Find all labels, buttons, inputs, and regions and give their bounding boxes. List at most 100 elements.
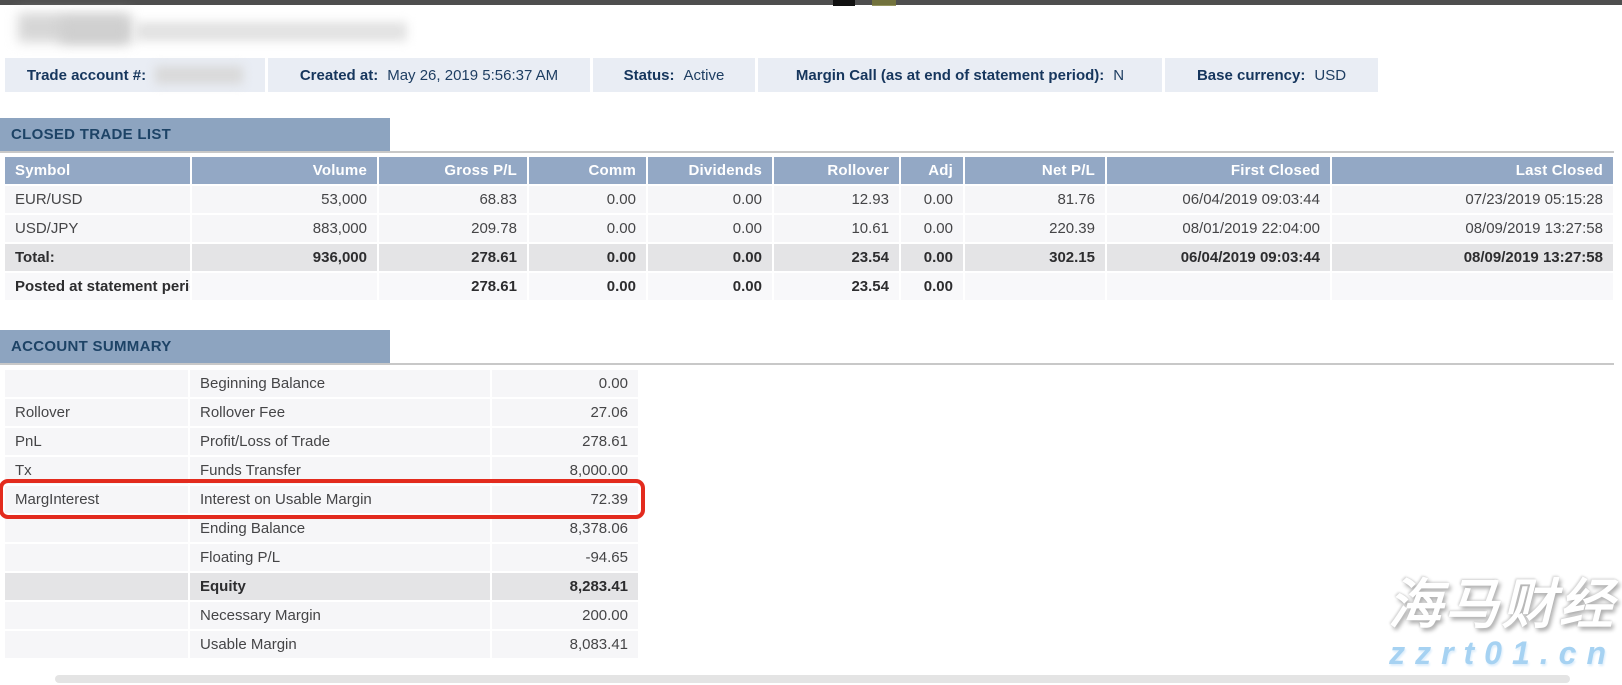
total-first-closed: 06/04/2019 09:03:44 xyxy=(1107,244,1330,271)
cell-symbol: EUR/USD xyxy=(5,186,190,213)
column-header-dividends: Dividends xyxy=(648,157,772,184)
summary-row-equity: Equity 8,283.41 xyxy=(5,573,638,600)
summary-label: Profit/Loss of Trade xyxy=(190,428,490,455)
column-header-comm: Comm xyxy=(529,157,646,184)
cell-net-pl: 81.76 xyxy=(965,186,1105,213)
column-header-gross-pl: Gross P/L xyxy=(379,157,527,184)
posted-adj: 0.00 xyxy=(901,273,963,300)
summary-row-profit-loss: PnL Profit/Loss of Trade 278.61 xyxy=(5,428,638,455)
cell-comm: 0.00 xyxy=(529,215,646,242)
summary-value: 8,083.41 xyxy=(492,631,638,658)
total-rollover: 23.54 xyxy=(774,244,899,271)
summary-code: PnL xyxy=(5,428,188,455)
column-header-last-closed: Last Closed xyxy=(1332,157,1613,184)
cell-volume: 53,000 xyxy=(192,186,377,213)
account-summary-title: ACCOUNT SUMMARY xyxy=(11,338,172,355)
summary-value: 27.06 xyxy=(492,399,638,426)
summary-value: 8,378.06 xyxy=(492,515,638,542)
trade-row-eurusd: EUR/USD 53,000 68.83 0.00 0.00 12.93 0.0… xyxy=(5,186,1613,213)
top-edge-bar xyxy=(0,0,1622,5)
trade-posted-row: Posted at statement period of time: 278.… xyxy=(5,273,1613,300)
status-value: Active xyxy=(683,67,724,84)
summary-code xyxy=(5,573,188,600)
info-margin-call: Margin Call (as at end of statement peri… xyxy=(758,58,1162,92)
cell-net-pl: 220.39 xyxy=(965,215,1105,242)
column-header-rollover: Rollover xyxy=(774,157,899,184)
watermark: 海马财经 zzrt01.cn xyxy=(1388,577,1616,671)
summary-label: Ending Balance xyxy=(190,515,490,542)
account-info-bar: Trade account #: Created at: May 26, 201… xyxy=(5,58,1379,92)
summary-label: Necessary Margin xyxy=(190,602,490,629)
cell-first-closed: 08/01/2019 22:04:00 xyxy=(1107,215,1330,242)
horizontal-scrollbar-thumb[interactable] xyxy=(55,675,1570,683)
summary-value: -94.65 xyxy=(492,544,638,571)
total-comm: 0.00 xyxy=(529,244,646,271)
base-currency-label: Base currency: xyxy=(1197,67,1305,84)
summary-label: Interest on Usable Margin xyxy=(190,486,490,513)
column-header-symbol: Symbol xyxy=(5,157,190,184)
summary-code: Tx xyxy=(5,457,188,484)
created-at-value: May 26, 2019 5:56:37 AM xyxy=(387,67,558,84)
summary-label: Rollover Fee xyxy=(190,399,490,426)
summary-row-beginning-balance: Beginning Balance 0.00 xyxy=(5,370,638,397)
summary-code xyxy=(5,602,188,629)
trade-account-label: Trade account #: xyxy=(27,67,146,84)
trade-total-row: Total: 936,000 278.61 0.00 0.00 23.54 0.… xyxy=(5,244,1613,271)
posted-net-pl xyxy=(965,273,1105,300)
summary-row-funds-transfer: Tx Funds Transfer 8,000.00 xyxy=(5,457,638,484)
summary-code xyxy=(5,544,188,571)
cell-last-closed: 07/23/2019 05:15:28 xyxy=(1332,186,1613,213)
posted-comm: 0.00 xyxy=(529,273,646,300)
column-header-first-closed: First Closed xyxy=(1107,157,1330,184)
column-header-adj: Adj xyxy=(901,157,963,184)
summary-row-usable-margin: Usable Margin 8,083.41 xyxy=(5,631,638,658)
closed-trade-list-title: CLOSED TRADE LIST xyxy=(11,126,171,143)
summary-code xyxy=(5,370,188,397)
summary-row-rollover-fee: Rollover Rollover Fee 27.06 xyxy=(5,399,638,426)
summary-value: 8,283.41 xyxy=(492,573,638,600)
margin-call-value: N xyxy=(1113,67,1124,84)
summary-code: Rollover xyxy=(5,399,188,426)
posted-first-closed xyxy=(1107,273,1330,300)
cell-comm: 0.00 xyxy=(529,186,646,213)
cell-dividends: 0.00 xyxy=(648,186,772,213)
summary-code: MargInterest xyxy=(5,486,188,513)
margin-call-label: Margin Call (as at end of statement peri… xyxy=(796,67,1104,84)
watermark-brand-text: 海马财经 xyxy=(1388,577,1616,634)
total-gross-pl: 278.61 xyxy=(379,244,527,271)
summary-row-ending-balance: Ending Balance 8,378.06 xyxy=(5,515,638,542)
cell-gross-pl: 68.83 xyxy=(379,186,527,213)
trade-row-usdjpy: USD/JPY 883,000 209.78 0.00 0.00 10.61 0… xyxy=(5,215,1613,242)
total-net-pl: 302.15 xyxy=(965,244,1105,271)
total-last-closed: 08/09/2019 13:27:58 xyxy=(1332,244,1613,271)
created-at-label: Created at: xyxy=(300,67,378,84)
info-trade-account: Trade account #: xyxy=(5,58,265,92)
section-divider xyxy=(0,151,1614,153)
redacted-account-title xyxy=(135,22,407,41)
cell-last-closed: 08/09/2019 13:27:58 xyxy=(1332,215,1613,242)
summary-label: Funds Transfer xyxy=(190,457,490,484)
status-label: Status: xyxy=(624,67,675,84)
summary-label: Floating P/L xyxy=(190,544,490,571)
summary-row-margin-interest: MargInterest Interest on Usable Margin 7… xyxy=(5,486,638,513)
cell-rollover: 10.61 xyxy=(774,215,899,242)
cell-dividends: 0.00 xyxy=(648,215,772,242)
top-edge-fragment-dark xyxy=(833,0,855,6)
posted-label: Posted at statement period of time: xyxy=(5,273,190,300)
watermark-url-text: zzrt01.cn xyxy=(1388,637,1616,671)
cell-adj: 0.00 xyxy=(901,215,963,242)
account-summary-section: Beginning Balance 0.00 Rollover Rollover… xyxy=(3,368,640,660)
section-divider xyxy=(0,363,1614,365)
total-volume: 936,000 xyxy=(192,244,377,271)
trade-header-row: Symbol Volume Gross P/L Comm Dividends R… xyxy=(5,157,1613,184)
column-header-net-pl: Net P/L xyxy=(965,157,1105,184)
redacted-logo-detail xyxy=(60,19,130,43)
summary-label: Usable Margin xyxy=(190,631,490,658)
base-currency-value: USD xyxy=(1314,67,1346,84)
column-header-volume: Volume xyxy=(192,157,377,184)
summary-value: 0.00 xyxy=(492,370,638,397)
summary-label: Equity xyxy=(190,573,490,600)
cell-volume: 883,000 xyxy=(192,215,377,242)
summary-value: 72.39 xyxy=(492,486,638,513)
summary-code xyxy=(5,631,188,658)
